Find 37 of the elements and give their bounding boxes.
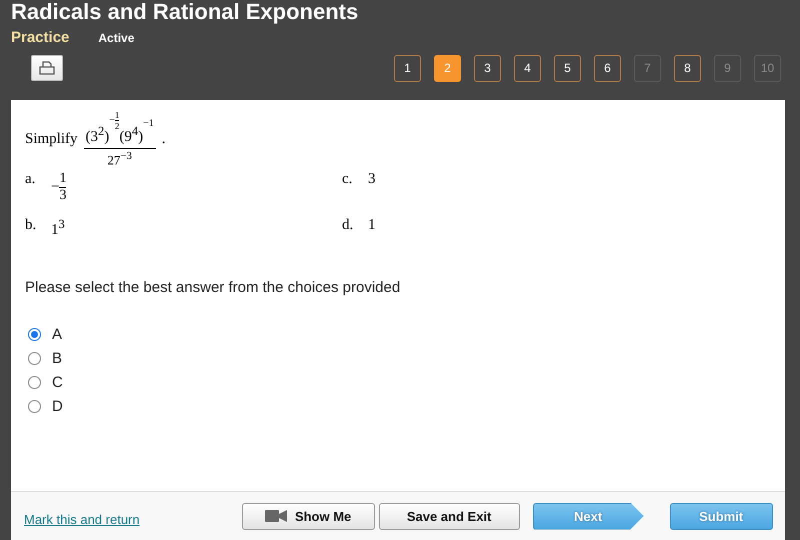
math-term: (9$^{4}$) [119,124,144,146]
choice-value: 1 [368,217,376,234]
question-number-button[interactable]: 8 [674,54,701,82]
choice-value: 3 [368,171,376,188]
choice-letter: d. [342,217,354,234]
choice-letter: a. [25,171,36,188]
print-button[interactable] [31,55,63,81]
math-term: (3$^{2}$) [86,124,110,146]
question-number-button[interactable]: 6 [594,54,621,82]
instruction-text: Please select the best answer from the choices provided [25,279,402,296]
exponent: −1 [143,118,154,129]
radio-button[interactable] [28,352,41,366]
mark-and-return-link[interactable]: Mark this and return [24,512,140,526]
answer-label: D [52,398,63,416]
question-number-button[interactable]: 5 [554,54,581,82]
question-number-button[interactable]: 4 [514,54,541,82]
status-label: Active [98,31,134,45]
answer-label: C [52,374,63,392]
mode-label: Practice [11,29,70,46]
save-and-exit-button[interactable]: Save and Exit [378,502,520,530]
answer-label: B [52,350,62,368]
choice-letter: c. [342,171,354,188]
question-number-button[interactable]: 3 [474,54,501,82]
question-number-button[interactable]: 1 [394,54,421,82]
denominator: 27$^{−3}$ [107,150,132,168]
lesson-title: Radicals and Rational Exponents [11,0,360,24]
show-me-button[interactable]: Show Me [242,502,375,530]
radio-button[interactable] [28,328,41,342]
radio-button[interactable] [28,376,41,390]
period: . [162,130,166,148]
radio-button[interactable] [28,400,41,414]
video-camera-icon [264,509,287,523]
answer-label: A [52,326,62,344]
choice-letter: b. [25,217,37,234]
choice-value: 1$^{3}$ [51,217,65,240]
question-prompt: Simplify [25,130,78,148]
printer-icon [39,61,55,75]
